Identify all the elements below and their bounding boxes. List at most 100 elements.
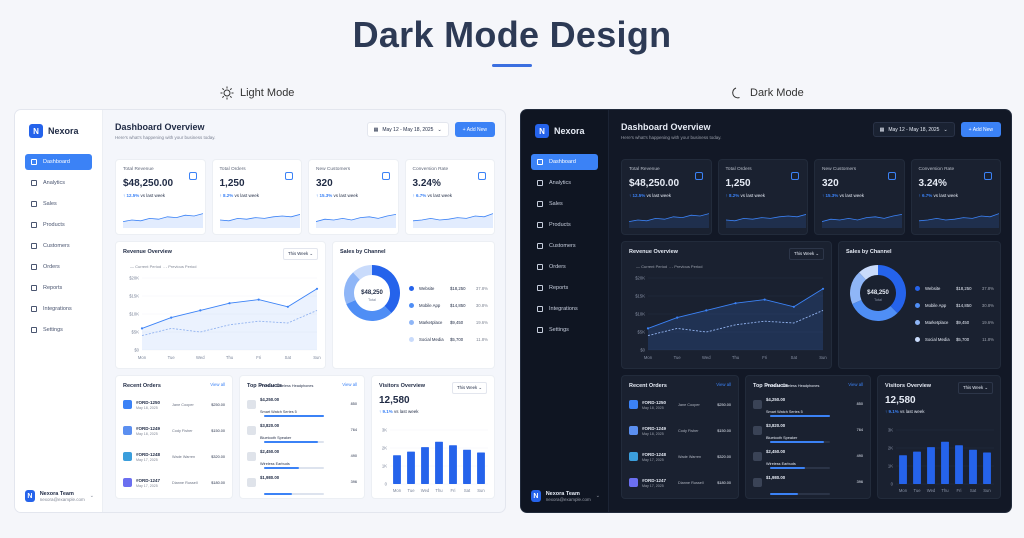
nav-sales-icon xyxy=(31,201,37,207)
order-id: #ORD-1249 xyxy=(136,425,161,431)
sidebar-item-analytics[interactable]: Analytics xyxy=(25,175,92,191)
visitors-filter-select[interactable]: This Week ⌄ xyxy=(957,382,993,394)
kpi-change: ↑ 8.2% vs last week xyxy=(726,193,801,198)
list-item[interactable]: Wireless Earbuds $1,980.00 396 xyxy=(247,462,357,495)
product-progress-bar xyxy=(264,492,324,495)
channel-pct: 37.8% xyxy=(475,286,488,291)
products-view-all-link[interactable]: View all xyxy=(848,382,863,387)
chevron-down-icon[interactable]: ⌄ xyxy=(90,493,94,499)
bar-sat xyxy=(969,449,977,484)
order-amount: $180.00 xyxy=(211,480,225,485)
products-view-all-link[interactable]: View all xyxy=(342,382,357,387)
sidebar-item-reports[interactable]: Reports xyxy=(25,280,92,296)
channel-name: Marketplace xyxy=(925,320,949,325)
order-customer: Jane Cooper xyxy=(678,402,700,407)
order-customer: Cody Fisher xyxy=(172,428,193,433)
light-dashboard: N Nexora Dashboard Analytics Sales Products… xyxy=(15,110,505,512)
sparkline-area xyxy=(412,213,493,228)
channel-name: Website xyxy=(925,286,941,291)
sparkline-area xyxy=(918,213,999,228)
table-row[interactable]: #ORD-1247 May 17, 2025 Dianne Russell $180.… xyxy=(629,472,731,493)
add-new-button[interactable]: + Add New xyxy=(960,122,1001,137)
y-tick-label: 1K xyxy=(888,464,893,469)
nav-settings-icon xyxy=(31,327,37,333)
kpi-change-suffix: vs last week xyxy=(740,193,766,198)
product-qty: 850 xyxy=(350,402,357,406)
add-new-button[interactable]: + Add New xyxy=(454,122,495,137)
table-row[interactable]: #ORD-1249 May 18, 2025 Cody Fisher $150.00 xyxy=(629,420,731,441)
recent-orders-card: Recent Orders View all #ORD-1250 May 18, … xyxy=(115,375,233,499)
channel-pct: 11.8% xyxy=(982,337,994,342)
sidebar-item-sales[interactable]: Sales xyxy=(25,196,92,212)
orders-view-all-link[interactable]: View all xyxy=(716,382,731,387)
table-row[interactable]: #ORD-1248 May 17, 2025 Wade Warren $320.00 xyxy=(123,446,225,467)
channel-pct: 11.8% xyxy=(476,337,488,342)
nav-reports-icon xyxy=(537,285,543,291)
table-row[interactable]: #ORD-1250 May 18, 2025 Jane Cooper $250.00 xyxy=(123,394,225,415)
sidebar-item-customers[interactable]: Customers xyxy=(25,238,92,254)
kpi-sparkline xyxy=(316,214,396,228)
order-customer: Dianne Russell xyxy=(172,480,198,485)
chevron-down-icon[interactable]: ⌄ xyxy=(596,493,600,499)
kpi-sparkline xyxy=(412,213,493,228)
sidebar-item-orders[interactable]: Orders xyxy=(25,259,92,275)
list-item[interactable]: Wireless Earbuds $1,980.00 396 xyxy=(753,462,863,495)
bar-mon xyxy=(899,455,907,484)
table-row[interactable]: #ORD-1249 May 18, 2025 Cody Fisher $150.00 xyxy=(123,420,225,441)
sidebar-item-analytics[interactable]: Analytics xyxy=(531,175,598,191)
progress-fill xyxy=(264,466,299,469)
series-area-current xyxy=(648,288,823,350)
header-title: Dashboard Overview xyxy=(621,122,711,132)
sales-legend: Website $18,250 37.8% Mobile App $14,850 30.8… xyxy=(915,280,994,348)
sidebar-item-sales[interactable]: Sales xyxy=(531,196,598,212)
target-icon xyxy=(984,172,992,180)
header: Dashboard Overview Here's what's happeni… xyxy=(115,122,495,152)
kpi-card: Conversion Rate 3.24% ↑ 6.7% vs last week xyxy=(404,159,495,235)
kpi-change-suffix: vs last week xyxy=(140,193,166,198)
sidebar-item-reports[interactable]: Reports xyxy=(531,280,598,296)
y-tick-label: $20K xyxy=(129,276,139,281)
date-range-picker[interactable]: ▦ May 12 - May 18, 2025 ⌄ xyxy=(366,122,449,137)
orders-view-all-link[interactable]: View all xyxy=(210,382,225,387)
sidebar-item-integrations[interactable]: Integrations xyxy=(25,301,92,317)
y-tick-label: $10K xyxy=(129,312,139,317)
sidebar-item-label: Analytics xyxy=(43,180,66,186)
channel-value: $14,850 xyxy=(956,303,972,308)
visitors-filter-select[interactable]: This Week ⌄ xyxy=(451,382,487,394)
sidebar-item-products[interactable]: Products xyxy=(25,217,92,233)
table-row[interactable]: #ORD-1250 May 18, 2025 Jane Cooper $250.00 xyxy=(629,394,731,415)
y-tick-label: 3K xyxy=(382,428,387,433)
table-row[interactable]: #ORD-1248 May 17, 2025 Wade Warren $320.00 xyxy=(629,446,731,467)
order-date: May 18, 2025 xyxy=(136,405,158,410)
sidebar-item-settings[interactable]: Settings xyxy=(531,322,598,338)
y-tick-label: $15K xyxy=(635,294,645,299)
sidebar-item-settings[interactable]: Settings xyxy=(25,322,92,338)
visitors-value: 12,580 xyxy=(885,395,916,406)
sidebar-item-customers[interactable]: Customers xyxy=(531,238,598,254)
channel-value: $9,450 xyxy=(450,320,464,325)
user-card[interactable]: N Nexora Team nexora@example.com ⌄ xyxy=(531,490,600,502)
top-products-card: Top Products View all Premium Wireless H… xyxy=(239,375,365,499)
sidebar-item-dashboard[interactable]: Dashboard xyxy=(531,154,598,170)
order-icon xyxy=(123,478,132,487)
product-price: $1,980.00 xyxy=(260,475,280,480)
x-tick-label: Fri xyxy=(256,355,261,360)
revenue-filter-select[interactable]: This Week ⌄ xyxy=(282,248,318,260)
table-row[interactable]: #ORD-1247 May 17, 2025 Dianne Russell $180.… xyxy=(123,472,225,493)
sidebar-item-orders[interactable]: Orders xyxy=(531,259,598,275)
kpi-card: Total Orders 1,250 ↑ 8.2% vs last week xyxy=(717,159,808,235)
user-card[interactable]: N Nexora Team nexora@example.com ⌄ xyxy=(25,490,94,502)
product-price-line: $1,980.00 xyxy=(260,466,343,502)
x-tick-label: Wed xyxy=(196,355,205,360)
date-range-picker[interactable]: ▦ May 12 - May 18, 2025 ⌄ xyxy=(872,122,955,137)
kpi-label: New Customers xyxy=(822,167,857,172)
x-tick-label: Thu xyxy=(435,488,443,493)
nav-settings-icon xyxy=(537,327,543,333)
sidebar-item-products[interactable]: Products xyxy=(531,217,598,233)
sidebar-item-dashboard[interactable]: Dashboard xyxy=(25,154,92,170)
brand-logo: N xyxy=(535,124,549,138)
sidebar-item-integrations[interactable]: Integrations xyxy=(531,301,598,317)
revenue-filter-select[interactable]: This Week ⌄ xyxy=(788,248,824,260)
sidebar-item-label: Analytics xyxy=(549,180,572,186)
y-tick-label: 2K xyxy=(888,446,893,451)
